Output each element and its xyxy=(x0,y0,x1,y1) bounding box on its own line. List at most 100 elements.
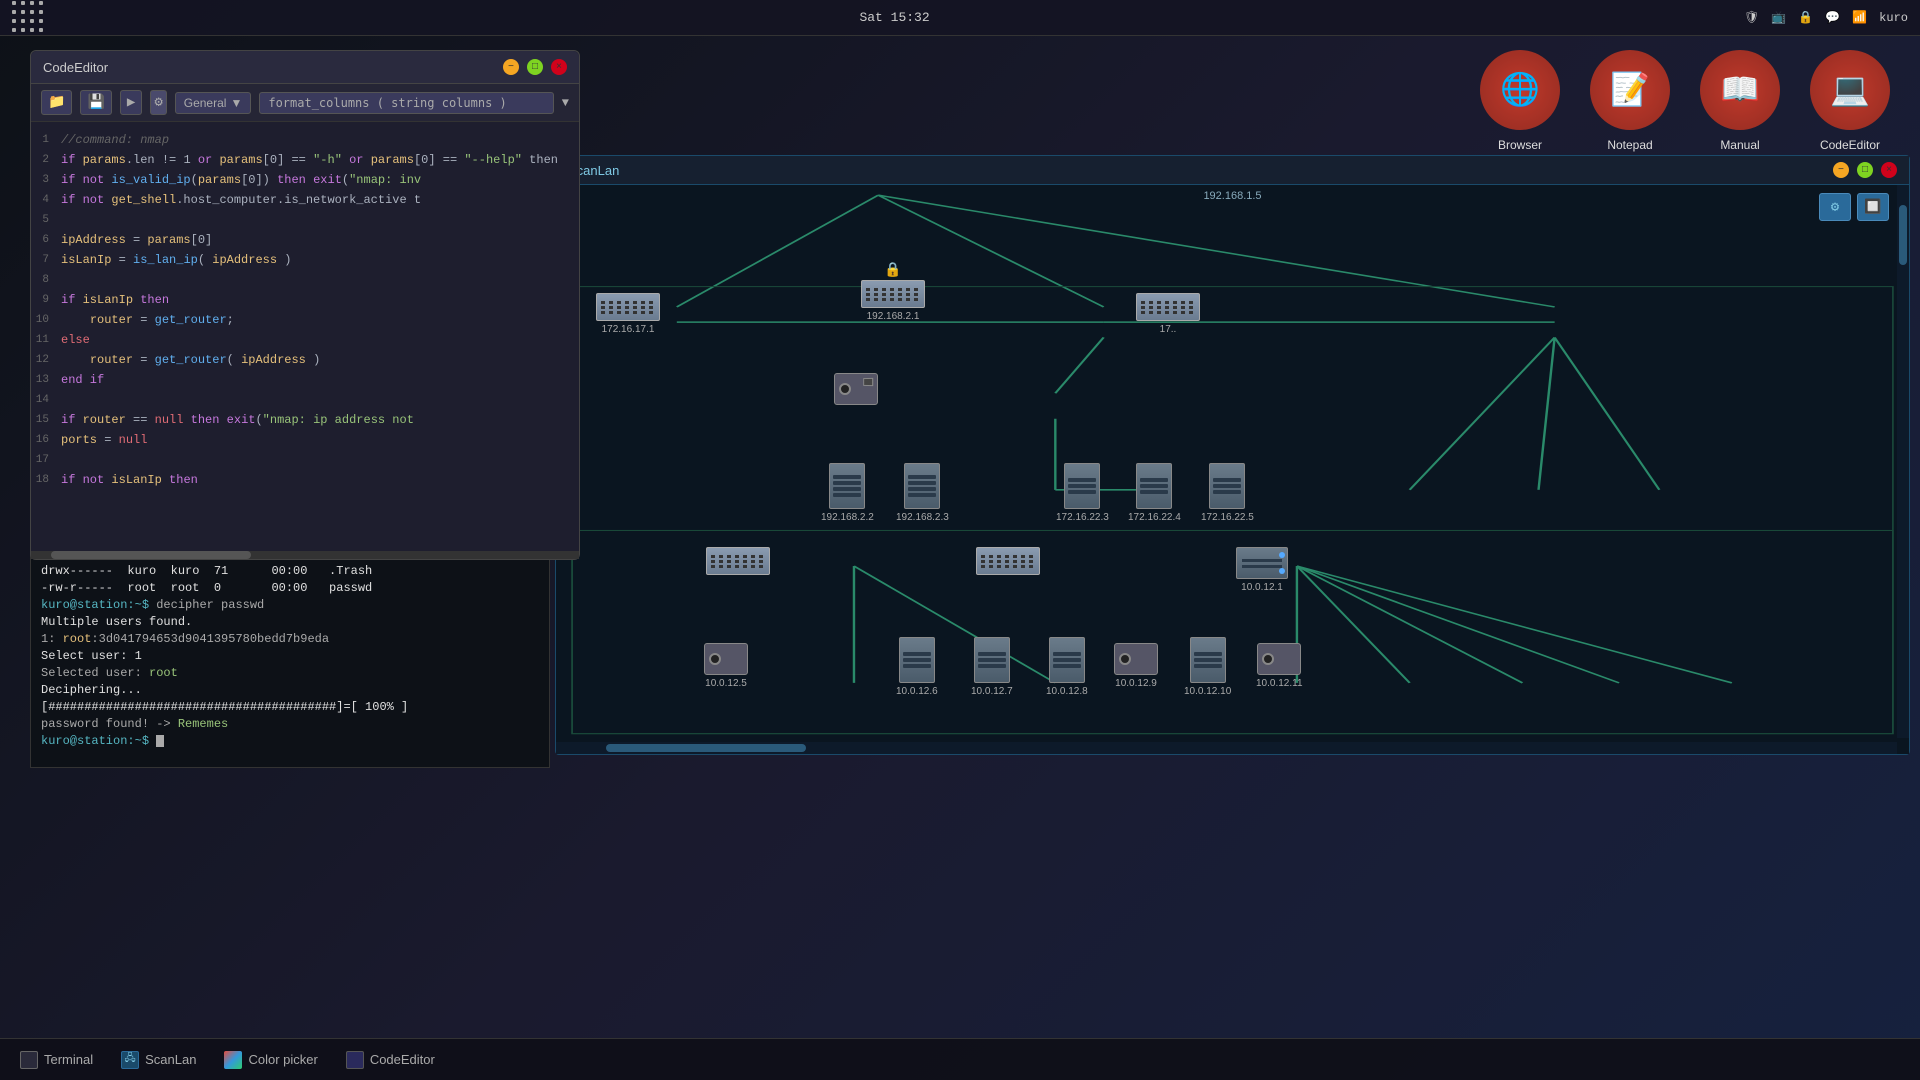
taskbar-scanlan-icon: 🖧 xyxy=(121,1051,139,1069)
router-icon-3 xyxy=(1136,293,1200,321)
editor-run-button[interactable]: ▶ xyxy=(120,90,142,115)
code-line-9: 9 if isLanIp then xyxy=(31,290,579,310)
topbar-right: 🛡 📺 🔒 💬 📶 kuro xyxy=(1744,10,1908,25)
server-icon-3 xyxy=(1064,463,1100,509)
node-192-168-2-1[interactable]: 🔒 192.168.2.1 xyxy=(861,280,925,322)
terminal-line-12: kuro@station:~$ xyxy=(41,733,539,750)
server-icon-bottom-2 xyxy=(974,637,1010,683)
scanlan-close-button[interactable]: × xyxy=(1881,162,1897,178)
scanlan-window: ScanLan − □ × ⚙ 🔲 xyxy=(555,155,1910,755)
taskbar-color-picker-icon xyxy=(224,1051,242,1069)
terminal-line-3: -rw-r----- root root 0 00:00 passwd xyxy=(41,580,539,597)
taskbar-codeeditor-icon xyxy=(346,1051,364,1069)
notepad-label: Notepad xyxy=(1607,138,1652,152)
terminal-panel[interactable]: drwxrwx--- kuro kuro 3634 00:00 Config d… xyxy=(30,540,550,768)
code-line-10: 10 router = get_router; xyxy=(31,310,579,330)
taskbar-item-terminal[interactable]: Terminal xyxy=(8,1047,105,1073)
node-10-0-12-9[interactable]: 10.0.12.9 xyxy=(1114,643,1158,689)
editor-folder-button[interactable]: 📁 xyxy=(41,90,72,115)
codeeditor-close-button[interactable]: × xyxy=(551,59,567,75)
topbar-wifi-icon: 📶 xyxy=(1852,10,1867,25)
scanlan-network-view[interactable]: ⚙ 🔲 xyxy=(556,185,1909,754)
node-server-2-label: 192.168.2.3 xyxy=(896,512,949,523)
node-172-16-22-4[interactable]: 172.16.22.4 xyxy=(1128,463,1181,523)
codeeditor-titlebar: CodeEditor − □ × xyxy=(31,51,579,84)
taskbar-item-codeeditor[interactable]: CodeEditor xyxy=(334,1047,447,1073)
taskbar-color-picker-label: Color picker xyxy=(248,1052,317,1067)
node-10-0-12-8[interactable]: 10.0.12.8 xyxy=(1046,637,1088,697)
desktop: Sat 15:32 🛡 📺 🔒 💬 📶 kuro 🌐 Browser 📝 Not… xyxy=(0,0,1920,1080)
taskbar-item-scanlan[interactable]: 🖧 ScanLan xyxy=(109,1047,208,1073)
code-line-4: 4 if not get_shell.host_computer.is_netw… xyxy=(31,190,579,210)
editor-dropdown-arrow-icon: ▼ xyxy=(230,96,242,110)
editor-settings-button[interactable]: ⚙ xyxy=(150,90,166,115)
node-192-168-2-2[interactable]: 192.168.2.2 xyxy=(821,463,874,523)
scanlan-tool-filter-button[interactable]: 🔲 xyxy=(1857,193,1889,221)
notepad-icon: 📝 xyxy=(1590,50,1670,130)
terminal-line-10: [#######################################… xyxy=(41,699,539,716)
terminal-line-4: kuro@station:~$ decipher passwd xyxy=(41,597,539,614)
codeeditor-minimize-button[interactable]: − xyxy=(503,59,519,75)
code-line-18: 18 if not isLanIp then xyxy=(31,470,579,490)
scanlan-minimize-button[interactable]: − xyxy=(1833,162,1849,178)
scanlan-vertical-scrollbar[interactable] xyxy=(1897,185,1909,738)
code-line-15: 15 if router == null then exit("nmap: ip… xyxy=(31,410,579,430)
node-172-16-22-5[interactable]: 172.16.22.5 xyxy=(1201,463,1254,523)
code-area[interactable]: 1 //command: nmap 2 if params.len != 1 o… xyxy=(31,122,579,551)
taskbar-item-color-picker[interactable]: Color picker xyxy=(212,1047,329,1073)
editor-save-button[interactable]: 💾 xyxy=(80,90,111,115)
taskbar-codeeditor-label: CodeEditor xyxy=(370,1052,435,1067)
camera-icon-bottom-1 xyxy=(704,643,748,675)
node-10-0-12-10[interactable]: 10.0.12.10 xyxy=(1184,637,1231,697)
node-10-0-12-5[interactable]: 10.0.12.5 xyxy=(704,643,748,689)
desktop-icon-codeeditor[interactable]: 💻 CodeEditor xyxy=(1810,50,1890,152)
node-10-0-12-1[interactable]: 10.0.12.1 xyxy=(1236,547,1288,593)
node-172-16-22-3[interactable]: 172.16.22.3 xyxy=(1056,463,1109,523)
node-10-0-12-8-label: 10.0.12.8 xyxy=(1046,686,1088,697)
node-10-0-12-7[interactable]: 10.0.12.7 xyxy=(971,637,1013,697)
desktop-icon-notepad[interactable]: 📝 Notepad xyxy=(1590,50,1670,152)
node-server-3-label: 172.16.22.3 xyxy=(1056,512,1109,523)
camera-icon-bottom-2 xyxy=(1114,643,1158,675)
node-17-partial[interactable]: 17.. xyxy=(1136,293,1200,335)
topbar: Sat 15:32 🛡 📺 🔒 💬 📶 kuro xyxy=(0,0,1920,36)
scanlan-horizontal-scrollbar[interactable] xyxy=(556,742,1897,754)
apps-grid-button[interactable] xyxy=(12,1,45,34)
scanlan-vscroll-thumb[interactable] xyxy=(1899,205,1907,265)
desktop-icon-browser[interactable]: 🌐 Browser xyxy=(1480,50,1560,152)
node-192-168-2-3[interactable]: 192.168.2.3 xyxy=(896,463,949,523)
scanlan-tool-gear-button[interactable]: ⚙ xyxy=(1819,193,1851,221)
server-icon-bottom-3 xyxy=(1049,637,1085,683)
node-10-0-12-1-label: 10.0.12.1 xyxy=(1241,582,1283,593)
editor-function-display: format_columns ( string columns ) xyxy=(259,92,553,114)
node-camera-1[interactable] xyxy=(834,373,878,405)
scanlan-maximize-button[interactable]: □ xyxy=(1857,162,1873,178)
node-router-lower-left[interactable] xyxy=(706,547,770,575)
editor-content[interactable]: 1 //command: nmap 2 if params.len != 1 o… xyxy=(31,122,579,551)
code-line-5: 5 xyxy=(31,210,579,230)
editor-general-label: General xyxy=(184,96,227,110)
node-3-label: 17.. xyxy=(1160,324,1177,335)
camera-icon-bottom-3 xyxy=(1257,643,1301,675)
code-line-11: 11 else xyxy=(31,330,579,350)
lock-icon: 🔒 xyxy=(884,262,901,279)
editor-toolbar: 📁 💾 ▶ ⚙ General ▼ format_columns ( strin… xyxy=(31,84,579,122)
node-server-4-label: 172.16.22.4 xyxy=(1128,512,1181,523)
editor-general-dropdown[interactable]: General ▼ xyxy=(175,92,252,114)
server-icon-4 xyxy=(1136,463,1172,509)
scanlan-hscroll-thumb[interactable] xyxy=(606,744,806,752)
code-line-14: 14 xyxy=(31,390,579,410)
router-icon-2 xyxy=(861,280,925,308)
editor-hscroll-thumb[interactable] xyxy=(51,551,251,559)
node-router-lower-center[interactable] xyxy=(976,547,1040,575)
desktop-icon-manual[interactable]: 📖 Manual xyxy=(1700,50,1780,152)
codeeditor-maximize-button[interactable]: □ xyxy=(527,59,543,75)
node-172-16-17-1[interactable]: 172.16.17.1 xyxy=(596,293,660,335)
node-10-0-12-6[interactable]: 10.0.12.6 xyxy=(896,637,938,697)
editor-horizontal-scrollbar[interactable] xyxy=(31,551,579,559)
terminal-line-5: Multiple users found. xyxy=(41,614,539,631)
node-10-0-12-11[interactable]: 10.0.12.11 xyxy=(1256,643,1303,689)
scanlan-window-controls: − □ × xyxy=(1833,162,1897,178)
camera-icon-1 xyxy=(834,373,878,405)
code-line-6: 6 ipAddress = params[0] xyxy=(31,230,579,250)
